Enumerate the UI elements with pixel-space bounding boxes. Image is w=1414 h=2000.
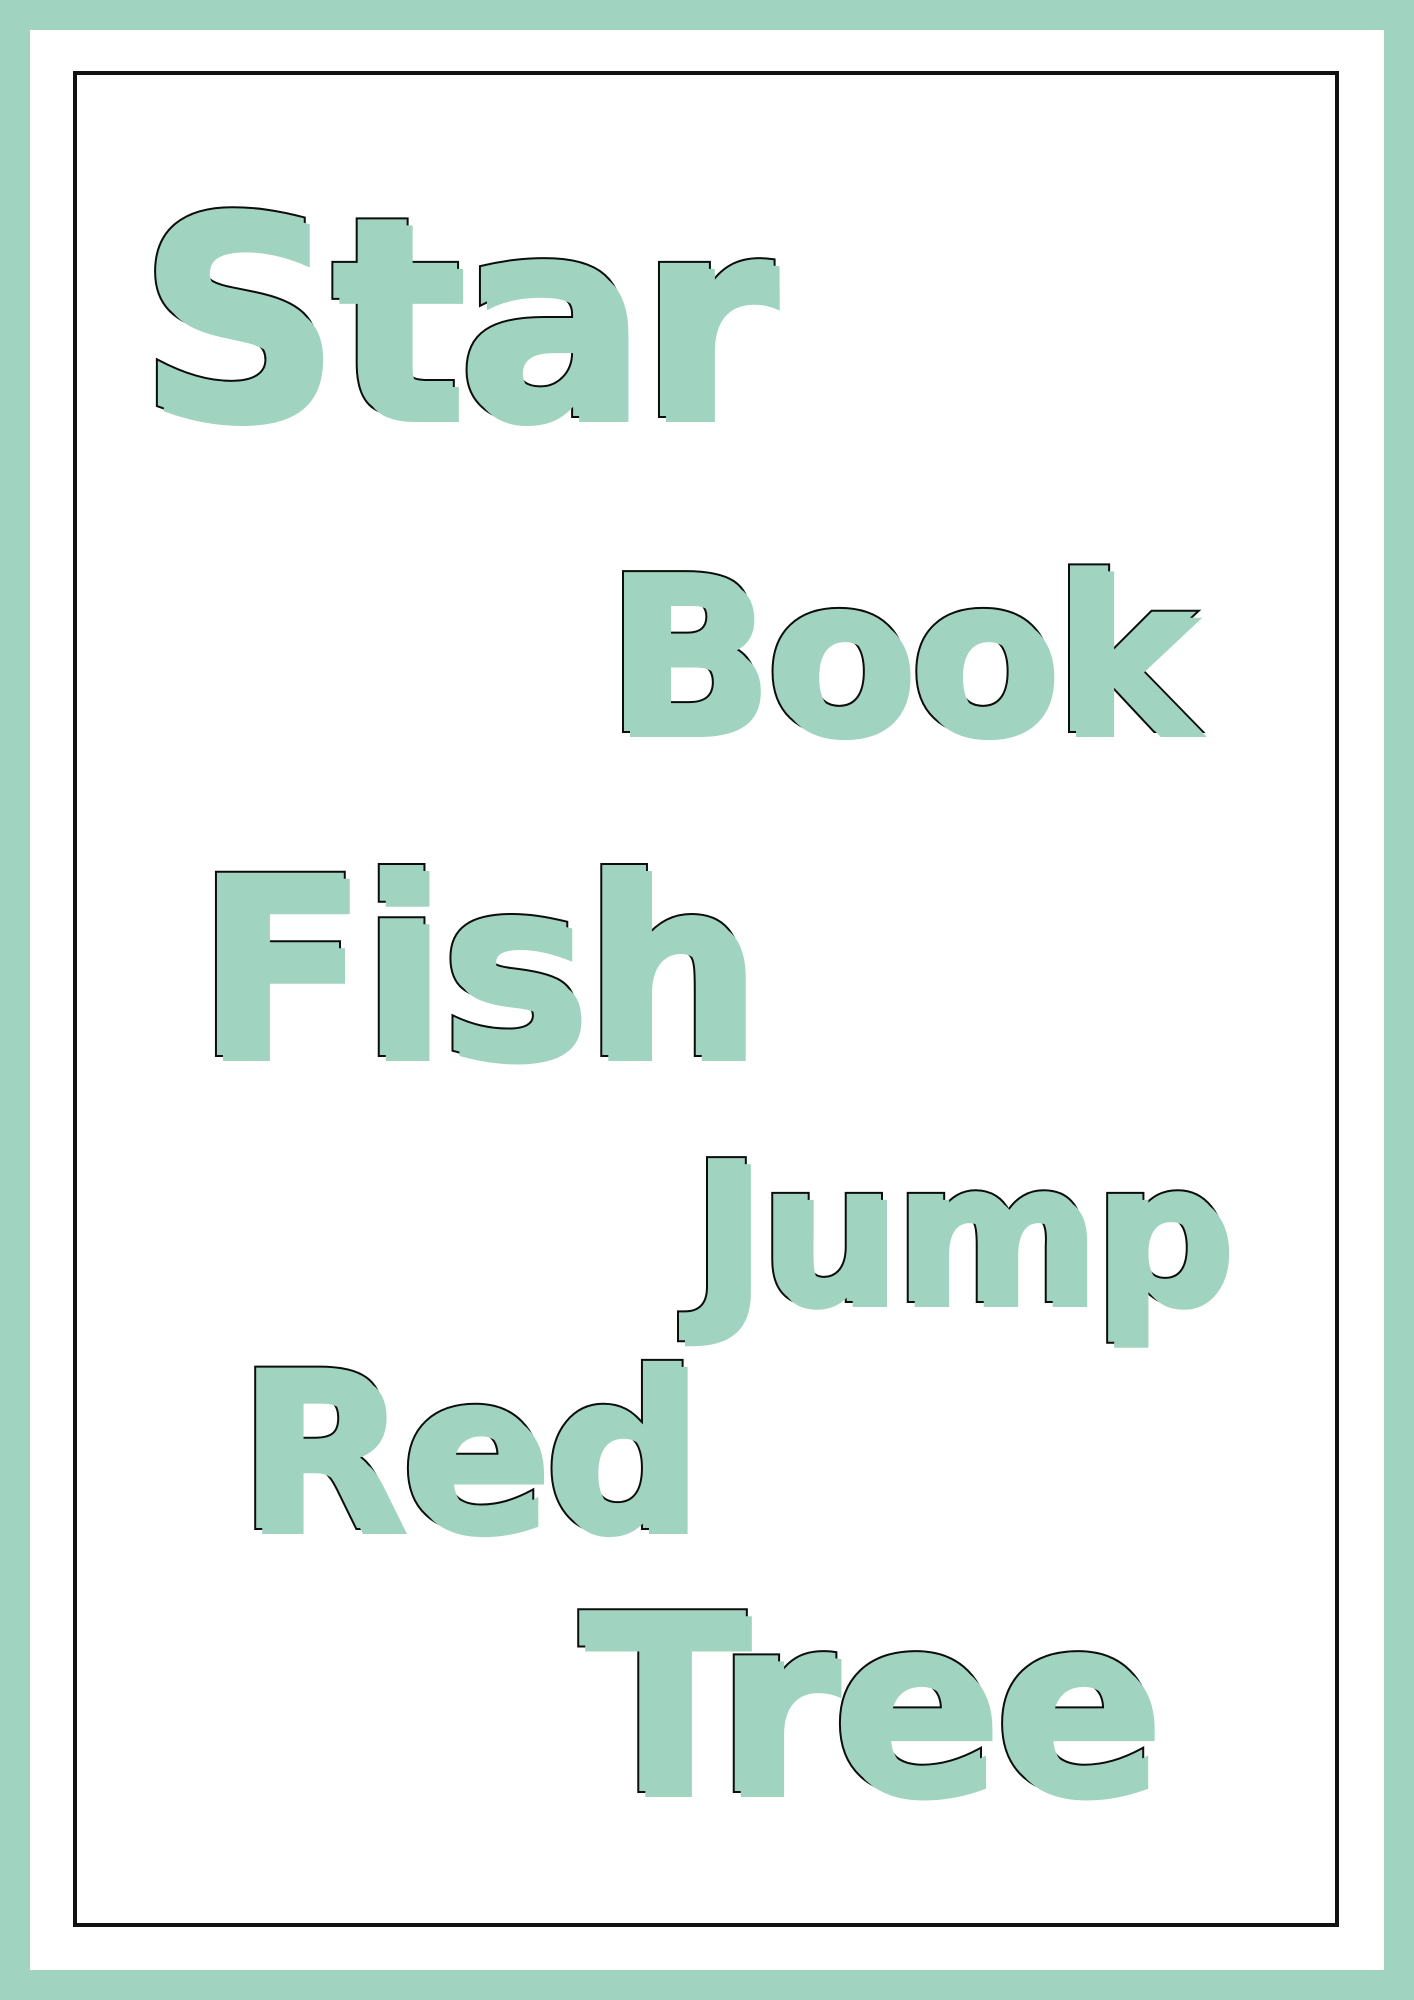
word-jump: Jump xyxy=(688,1120,1234,1348)
word-book: Book xyxy=(602,530,1199,783)
word-red: Red xyxy=(234,1324,702,1580)
word-fish: Fish xyxy=(192,823,761,1114)
word-tree: Tree xyxy=(576,1562,1163,1850)
word-star: Star xyxy=(134,157,777,483)
